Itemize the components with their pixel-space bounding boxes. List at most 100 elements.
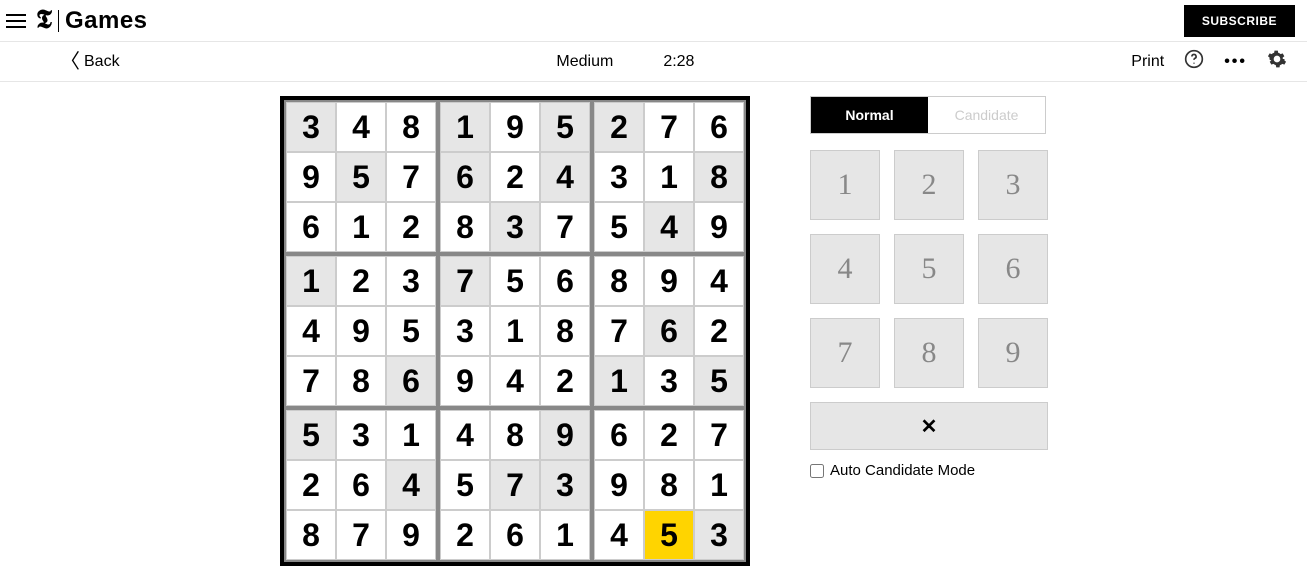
sudoku-cell[interactable]: 4 — [594, 510, 644, 560]
auto-candidate-checkbox[interactable] — [810, 464, 824, 478]
numpad-3[interactable]: 3 — [978, 150, 1048, 220]
sudoku-cell[interactable]: 3 — [540, 460, 590, 510]
sudoku-cell[interactable]: 9 — [490, 102, 540, 152]
more-icon[interactable]: ••• — [1224, 53, 1247, 71]
sudoku-cell[interactable]: 1 — [336, 202, 386, 252]
sudoku-cell[interactable]: 6 — [540, 256, 590, 306]
sudoku-cell[interactable]: 8 — [440, 202, 490, 252]
numpad-6[interactable]: 6 — [978, 234, 1048, 304]
sudoku-cell[interactable]: 9 — [336, 306, 386, 356]
sudoku-cell[interactable]: 2 — [594, 102, 644, 152]
sudoku-cell[interactable]: 8 — [286, 510, 336, 560]
sudoku-cell[interactable]: 4 — [440, 410, 490, 460]
sudoku-cell[interactable]: 2 — [336, 256, 386, 306]
sudoku-cell[interactable]: 7 — [490, 460, 540, 510]
sudoku-cell[interactable]: 2 — [386, 202, 436, 252]
sudoku-cell[interactable]: 6 — [336, 460, 386, 510]
sudoku-cell[interactable]: 5 — [336, 152, 386, 202]
sudoku-cell[interactable]: 5 — [540, 102, 590, 152]
mode-candidate-button[interactable]: Candidate — [928, 97, 1045, 133]
sudoku-cell[interactable]: 9 — [386, 510, 436, 560]
sudoku-cell[interactable]: 5 — [594, 202, 644, 252]
sudoku-cell[interactable]: 5 — [286, 410, 336, 460]
numpad-9[interactable]: 9 — [978, 318, 1048, 388]
sudoku-cell[interactable]: 9 — [594, 460, 644, 510]
sudoku-cell[interactable]: 2 — [286, 460, 336, 510]
sudoku-cell[interactable]: 8 — [386, 102, 436, 152]
sudoku-cell[interactable]: 3 — [440, 306, 490, 356]
print-button[interactable]: Print — [1131, 53, 1164, 71]
sudoku-cell[interactable]: 6 — [440, 152, 490, 202]
sudoku-cell[interactable]: 8 — [336, 356, 386, 406]
sudoku-cell[interactable]: 4 — [644, 202, 694, 252]
sudoku-cell[interactable]: 9 — [694, 202, 744, 252]
mode-normal-button[interactable]: Normal — [811, 97, 928, 133]
sudoku-cell[interactable]: 9 — [540, 410, 590, 460]
sudoku-cell[interactable]: 2 — [644, 410, 694, 460]
sudoku-cell[interactable]: 3 — [336, 410, 386, 460]
sudoku-cell[interactable]: 2 — [540, 356, 590, 406]
sudoku-cell[interactable]: 5 — [644, 510, 694, 560]
sudoku-cell[interactable]: 9 — [440, 356, 490, 406]
numpad-7[interactable]: 7 — [810, 318, 880, 388]
sudoku-cell[interactable]: 3 — [694, 510, 744, 560]
sudoku-cell[interactable]: 8 — [490, 410, 540, 460]
sudoku-cell[interactable]: 1 — [386, 410, 436, 460]
numpad-2[interactable]: 2 — [894, 150, 964, 220]
sudoku-cell[interactable]: 5 — [694, 356, 744, 406]
sudoku-cell[interactable]: 1 — [644, 152, 694, 202]
sudoku-cell[interactable]: 2 — [440, 510, 490, 560]
help-icon[interactable] — [1184, 49, 1204, 74]
sudoku-cell[interactable]: 5 — [440, 460, 490, 510]
numpad-5[interactable]: 5 — [894, 234, 964, 304]
sudoku-cell[interactable]: 6 — [286, 202, 336, 252]
sudoku-cell[interactable]: 7 — [644, 102, 694, 152]
sudoku-cell[interactable]: 4 — [286, 306, 336, 356]
sudoku-cell[interactable]: 1 — [286, 256, 336, 306]
sudoku-cell[interactable]: 4 — [540, 152, 590, 202]
sudoku-cell[interactable]: 7 — [336, 510, 386, 560]
sudoku-cell[interactable]: 7 — [440, 256, 490, 306]
sudoku-cell[interactable]: 3 — [490, 202, 540, 252]
sudoku-cell[interactable]: 6 — [644, 306, 694, 356]
sudoku-cell[interactable]: 3 — [644, 356, 694, 406]
gear-icon[interactable] — [1267, 49, 1287, 74]
sudoku-cell[interactable]: 1 — [440, 102, 490, 152]
delete-button[interactable]: ✕ — [810, 402, 1048, 450]
sudoku-cell[interactable]: 4 — [336, 102, 386, 152]
sudoku-cell[interactable]: 3 — [286, 102, 336, 152]
sudoku-cell[interactable]: 3 — [386, 256, 436, 306]
sudoku-cell[interactable]: 4 — [490, 356, 540, 406]
numpad-8[interactable]: 8 — [894, 318, 964, 388]
subscribe-button[interactable]: SUBSCRIBE — [1184, 5, 1295, 37]
sudoku-cell[interactable]: 8 — [644, 460, 694, 510]
sudoku-cell[interactable]: 9 — [644, 256, 694, 306]
sudoku-cell[interactable]: 7 — [694, 410, 744, 460]
sudoku-cell[interactable]: 8 — [694, 152, 744, 202]
sudoku-cell[interactable]: 4 — [386, 460, 436, 510]
sudoku-cell[interactable]: 6 — [386, 356, 436, 406]
numpad-1[interactable]: 1 — [810, 150, 880, 220]
menu-icon[interactable] — [6, 14, 26, 28]
sudoku-cell[interactable]: 7 — [594, 306, 644, 356]
sudoku-cell[interactable]: 9 — [286, 152, 336, 202]
sudoku-cell[interactable]: 6 — [694, 102, 744, 152]
sudoku-cell[interactable]: 1 — [694, 460, 744, 510]
sudoku-cell[interactable]: 8 — [540, 306, 590, 356]
sudoku-cell[interactable]: 5 — [386, 306, 436, 356]
sudoku-cell[interactable]: 1 — [594, 356, 644, 406]
sudoku-cell[interactable]: 1 — [490, 306, 540, 356]
logo[interactable]: 𝕿 Games — [36, 5, 148, 36]
sudoku-cell[interactable]: 1 — [540, 510, 590, 560]
sudoku-cell[interactable]: 4 — [694, 256, 744, 306]
sudoku-cell[interactable]: 7 — [386, 152, 436, 202]
back-button[interactable]: 〈 Back — [60, 52, 120, 72]
sudoku-cell[interactable]: 8 — [594, 256, 644, 306]
sudoku-cell[interactable]: 7 — [286, 356, 336, 406]
sudoku-cell[interactable]: 7 — [540, 202, 590, 252]
sudoku-cell[interactable]: 6 — [490, 510, 540, 560]
sudoku-cell[interactable]: 5 — [490, 256, 540, 306]
sudoku-cell[interactable]: 3 — [594, 152, 644, 202]
numpad-4[interactable]: 4 — [810, 234, 880, 304]
auto-candidate-toggle[interactable]: Auto Candidate Mode — [810, 462, 1046, 479]
